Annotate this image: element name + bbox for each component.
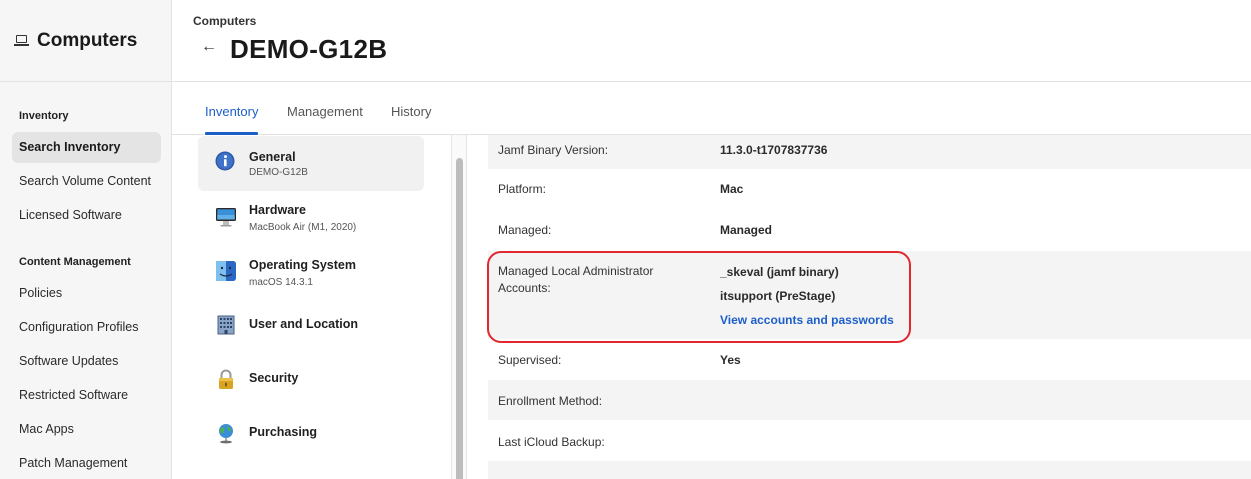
detail-value: Managed [720, 223, 773, 237]
nav-item-licensed-software[interactable]: Licensed Software [12, 200, 161, 231]
tab-bar: Inventory Management History [172, 82, 1251, 135]
category-operating-system[interactable]: Operating System macOS 14.3.1 [198, 247, 424, 302]
imac-icon [215, 206, 237, 228]
scrollbar-thumb[interactable] [456, 158, 463, 479]
tab-management[interactable]: Management [287, 104, 363, 119]
category-user-and-location[interactable]: User and Location [198, 297, 424, 352]
breadcrumb[interactable]: Computers [193, 14, 256, 28]
category-security[interactable]: Security [198, 351, 424, 406]
nav-item-mac-apps[interactable]: Mac Apps [12, 414, 161, 445]
laptop-icon [14, 35, 29, 46]
inventory-category-list: General DEMO-G12B Hardware MacBook Air (… [172, 135, 451, 479]
category-purchasing[interactable]: Purchasing [198, 405, 424, 460]
detail-label: Platform: [498, 182, 547, 196]
category-hardware[interactable]: Hardware MacBook Air (M1, 2020) [198, 192, 424, 247]
detail-label: Last iCloud Backup: [498, 435, 605, 449]
category-general[interactable]: General DEMO-G12B [198, 136, 424, 191]
category-title: Security [249, 371, 299, 385]
detail-row-jamf-binary-version: Jamf Binary Version: 11.3.0-t1707837736 [488, 135, 1251, 169]
globe-icon [215, 422, 237, 444]
category-title: Operating System [249, 258, 356, 272]
leftnav-title: Computers [37, 29, 138, 51]
detail-row-enrollment-method: Enrollment Method: [488, 380, 1251, 420]
detail-row-platform: Platform: Mac [488, 169, 1251, 207]
highlight-annotation-frame [487, 251, 911, 343]
tab-history[interactable]: History [391, 104, 431, 119]
detail-value: 11.3.0-t1707837736 [720, 143, 828, 157]
category-title: Hardware [249, 203, 306, 217]
nav-item-patch-management[interactable]: Patch Management [12, 448, 161, 479]
tab-inventory[interactable]: Inventory [205, 104, 258, 119]
nav-item-search-volume-content[interactable]: Search Volume Content [12, 166, 161, 197]
detail-value: Yes [720, 353, 741, 367]
category-subtitle: macOS 14.3.1 [249, 277, 313, 288]
lock-icon [215, 368, 237, 390]
page-title: DEMO-G12B [230, 34, 388, 64]
finder-icon [215, 260, 237, 282]
nav-item-policies[interactable]: Policies [12, 278, 161, 309]
detail-row-managed: Managed: Managed [488, 209, 1251, 249]
detail-label: Supervised: [498, 353, 562, 367]
page-header: Computers ← DEMO-G12B [172, 0, 1251, 82]
category-subtitle: DEMO-G12B [249, 167, 308, 178]
category-scrollbar[interactable] [451, 135, 467, 479]
detail-label: Jamf Binary Version: [498, 143, 609, 157]
category-title: General [249, 150, 296, 164]
back-arrow-icon[interactable]: ← [201, 38, 217, 56]
category-title: User and Location [249, 317, 359, 331]
detail-label: Managed: [498, 223, 552, 237]
building-icon [215, 314, 237, 336]
nav-section-content-management: Content Management [19, 256, 131, 268]
category-subtitle: MacBook Air (M1, 2020) [249, 222, 357, 233]
nav-section-inventory: Inventory [19, 110, 69, 122]
detail-value: Mac [720, 182, 744, 196]
left-navigation: Computers Inventory Search Inventory Sea… [0, 0, 172, 479]
nav-item-software-updates[interactable]: Software Updates [12, 346, 161, 377]
nav-item-search-inventory[interactable]: Search Inventory [12, 132, 161, 163]
nav-item-restricted-software[interactable]: Restricted Software [12, 380, 161, 411]
detail-row-last-icloud-backup: Last iCloud Backup: [488, 422, 1251, 460]
info-icon [215, 151, 237, 173]
category-title: Purchasing [249, 425, 318, 439]
nav-item-configuration-profiles[interactable]: Configuration Profiles [12, 312, 161, 343]
leftnav-header: Computers [0, 0, 171, 82]
detail-row-supervised: Supervised: Yes [488, 339, 1251, 383]
detail-row-partial [488, 461, 1251, 479]
detail-label: Enrollment Method: [498, 394, 603, 408]
